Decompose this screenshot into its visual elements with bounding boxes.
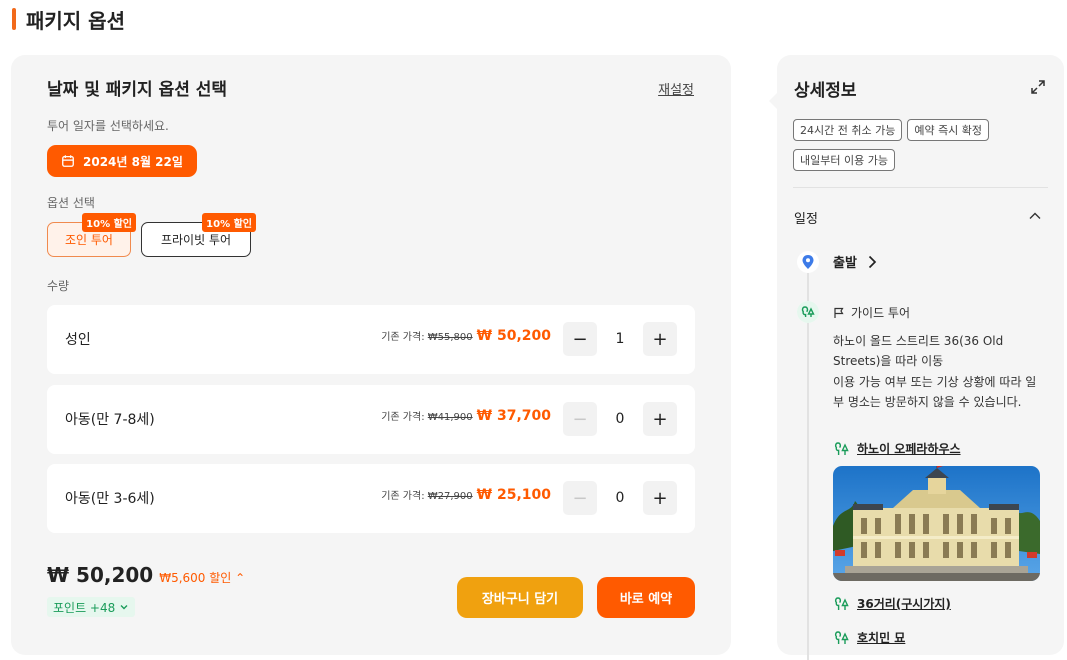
page-title: 패키지 옵션 bbox=[26, 8, 125, 33]
original-price: 기존 가격: ₩41,900 bbox=[381, 412, 473, 423]
points-badge[interactable]: 포인트 +48 bbox=[47, 597, 136, 617]
place-link-opera-house[interactable]: 하노이 오페라하우스 bbox=[833, 440, 961, 457]
date-picker-button[interactable]: 2024년 8월 22일 bbox=[47, 145, 197, 177]
option-join-tour[interactable]: 조인 투어 10% 할인 bbox=[47, 213, 136, 257]
tag: 내일부터 이용 가능 bbox=[793, 149, 895, 171]
divider bbox=[793, 187, 1048, 188]
opera-house-photo[interactable] bbox=[833, 466, 1040, 581]
discount-badge: 10% 할인 bbox=[202, 213, 256, 232]
panel-notch bbox=[769, 93, 777, 109]
tree-icon bbox=[797, 301, 819, 323]
guide-tour-label: 가이드 투어 bbox=[833, 304, 910, 321]
row-price: 기존 가격: ₩27,900 ₩ 25,100 bbox=[381, 487, 551, 503]
quantity-label: 수량 bbox=[47, 279, 70, 293]
original-price: 기존 가격: ₩27,900 bbox=[381, 491, 473, 502]
reset-link[interactable]: 재설정 bbox=[658, 79, 694, 98]
expand-icon[interactable] bbox=[1030, 79, 1046, 95]
row-name: 아동(만 7-8세) bbox=[65, 412, 155, 428]
row-price: 기존 가격: ₩41,900 ₩ 37,700 bbox=[381, 408, 551, 424]
panel-heading: 날짜 및 패키지 옵션 선택 bbox=[47, 80, 228, 100]
chevron-down-icon bbox=[120, 605, 128, 610]
discount-toggle[interactable]: ₩5,600 할인 ⌃ bbox=[159, 569, 245, 586]
title-accent-bar bbox=[12, 8, 16, 30]
quantity-row-child-7-8: 아동(만 7-8세) 기존 가격: ₩41,900 ₩ 37,700 − 0 + bbox=[47, 385, 695, 454]
row-name: 아동(만 3-6세) bbox=[65, 491, 155, 507]
decrease-button[interactable]: − bbox=[563, 402, 597, 436]
tag: 예약 즉시 확정 bbox=[907, 119, 990, 141]
date-hint: 투어 일자를 선택하세요. bbox=[47, 119, 169, 133]
increase-button[interactable]: + bbox=[643, 402, 677, 436]
increase-button[interactable]: + bbox=[643, 322, 677, 356]
location-pin-icon bbox=[797, 251, 819, 273]
option-label-join: 조인 투어 bbox=[65, 233, 113, 247]
timeline-line bbox=[807, 270, 809, 660]
row-name: 성인 bbox=[65, 332, 91, 348]
original-price: 기존 가격: ₩55,800 bbox=[381, 332, 473, 343]
row-price: 기존 가격: ₩55,800 ₩ 50,200 bbox=[381, 328, 551, 344]
quantity-value: 1 bbox=[615, 331, 625, 347]
details-panel: 상세정보 24시간 전 취소 가능 예약 즉시 확정 내일부터 이용 가능 일정… bbox=[769, 55, 1064, 660]
details-title: 상세정보 bbox=[794, 81, 857, 101]
chevron-up-icon: ⌃ bbox=[235, 571, 246, 585]
feature-tags: 24시간 전 취소 가능 예약 즉시 확정 내일부터 이용 가능 bbox=[793, 119, 1048, 171]
increase-button[interactable]: + bbox=[643, 481, 677, 515]
option-private-tour[interactable]: 프라이빗 투어 10% 할인 bbox=[141, 213, 256, 257]
page-header: 패키지 옵션 bbox=[12, 6, 125, 33]
tag: 24시간 전 취소 가능 bbox=[793, 119, 903, 141]
tree-icon bbox=[834, 596, 849, 610]
sale-price: ₩ 37,700 bbox=[476, 408, 551, 424]
add-to-cart-button[interactable]: 장바구니 담기 bbox=[457, 577, 583, 618]
chevron-up-icon[interactable] bbox=[1028, 209, 1042, 223]
schedule-title: 일정 bbox=[794, 212, 818, 227]
start-point[interactable]: 출발 bbox=[833, 252, 877, 271]
quantity-value: 0 bbox=[615, 490, 625, 506]
decrease-button[interactable]: − bbox=[563, 481, 597, 515]
book-now-button[interactable]: 바로 예약 bbox=[597, 577, 695, 618]
chevron-right-icon bbox=[868, 255, 877, 268]
total-amount: ₩ 50,200 bbox=[47, 563, 154, 587]
flag-icon bbox=[834, 307, 844, 318]
schedule-description: 하노이 올드 스트리트 36(36 Old Streets)을 따라 이동 이용… bbox=[833, 334, 1037, 409]
selected-date: 2024년 8월 22일 bbox=[83, 154, 183, 169]
discount-badge: 10% 할인 bbox=[82, 213, 136, 232]
option-label-private: 프라이빗 투어 bbox=[160, 233, 232, 247]
option-label: 옵션 선택 bbox=[47, 196, 95, 210]
quantity-row-adult: 성인 기존 가격: ₩55,800 ₩ 50,200 − 1 + bbox=[47, 305, 695, 374]
package-options-panel: 날짜 및 패키지 옵션 선택 재설정 투어 일자를 선택하세요. 2024년 8… bbox=[11, 55, 731, 655]
sale-price: ₩ 25,100 bbox=[476, 487, 551, 503]
decrease-button[interactable]: − bbox=[563, 322, 597, 356]
sale-price: ₩ 50,200 bbox=[476, 328, 551, 344]
calendar-icon bbox=[62, 155, 74, 167]
tree-icon bbox=[834, 441, 849, 455]
quantity-value: 0 bbox=[615, 411, 625, 427]
place-link-36-streets[interactable]: 36거리(구시가지) bbox=[833, 595, 951, 612]
total-price: ₩ 50,200 ₩5,600 할인 ⌃ bbox=[47, 563, 245, 587]
quantity-row-child-3-6: 아동(만 3-6세) 기존 가격: ₩27,900 ₩ 25,100 − 0 + bbox=[47, 464, 695, 533]
